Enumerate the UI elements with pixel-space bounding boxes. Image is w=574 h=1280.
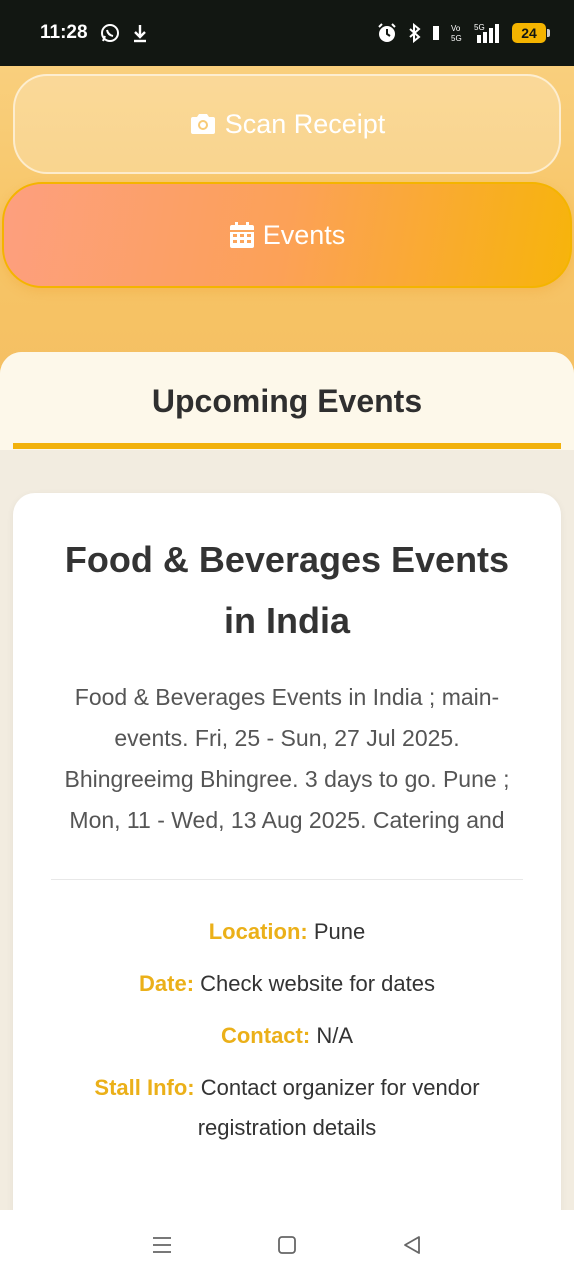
battery-saver-icon (432, 25, 440, 41)
header-divider (13, 443, 561, 449)
location-value: Pune (313, 919, 366, 944)
volte-icon: Vo 5G (450, 23, 464, 43)
panel-title: Upcoming Events (151, 382, 423, 419)
event-description: Food & Beverages Events in India ; main-… (64, 684, 510, 833)
events-label: Events (262, 219, 346, 250)
system-nav-bar (0, 1210, 574, 1280)
camera-icon (189, 112, 217, 136)
event-title: Food & Beverages Events in India (51, 529, 523, 651)
location-row: Location: Pune (51, 912, 523, 952)
svg-text:5G: 5G (451, 34, 462, 43)
upcoming-events-panel: Upcoming Events Food & Beverages Events … (0, 352, 574, 1210)
status-left: 11:28 (40, 22, 148, 44)
status-bar: 11:28 Vo 5G 5G 24 (0, 0, 574, 66)
event-title-line2: in India (224, 600, 350, 641)
scan-receipt-button[interactable]: Scan Receipt (13, 74, 561, 174)
stall-info-label: Stall Info: (94, 1075, 195, 1100)
contact-row: Contact: N/A (51, 1016, 523, 1056)
svg-text:5G: 5G (474, 23, 485, 32)
card-divider (51, 879, 523, 880)
contact-value: N/A (316, 1023, 354, 1048)
date-row: Date: Check website for dates (51, 964, 523, 1004)
calendar-icon (229, 221, 255, 249)
battery-indicator: 24 (512, 23, 550, 43)
date-label: Date: (139, 971, 195, 996)
date-value: Check website for dates (200, 971, 435, 996)
signal-icon: 5G (474, 22, 502, 44)
triangle-back-icon[interactable] (392, 1225, 432, 1265)
status-time: 11:28 (40, 22, 88, 43)
stall-info-value: Contact organizer for vendor registratio… (197, 1075, 480, 1140)
event-title-line1: Food & Beverages Events (64, 539, 510, 580)
stall-info-row: Stall Info: Contact organizer for vendor… (51, 1068, 523, 1148)
menu-lines-icon[interactable] (142, 1225, 182, 1265)
panel-header: Upcoming Events (0, 352, 574, 450)
download-icon (132, 23, 148, 43)
contact-label: Contact: (220, 1023, 311, 1048)
bluetooth-icon (408, 23, 422, 43)
status-right: Vo 5G 5G 24 (376, 22, 550, 44)
alarm-icon (376, 22, 398, 44)
location-label: Location: (208, 919, 308, 944)
scan-receipt-label: Scan Receipt (224, 108, 386, 139)
events-button[interactable]: Events (2, 182, 572, 288)
event-card[interactable]: Food & Beverages Events in India Food & … (13, 493, 561, 1210)
whatsapp-icon (100, 23, 120, 43)
square-icon[interactable] (267, 1225, 307, 1265)
svg-text:Vo: Vo (451, 24, 461, 33)
